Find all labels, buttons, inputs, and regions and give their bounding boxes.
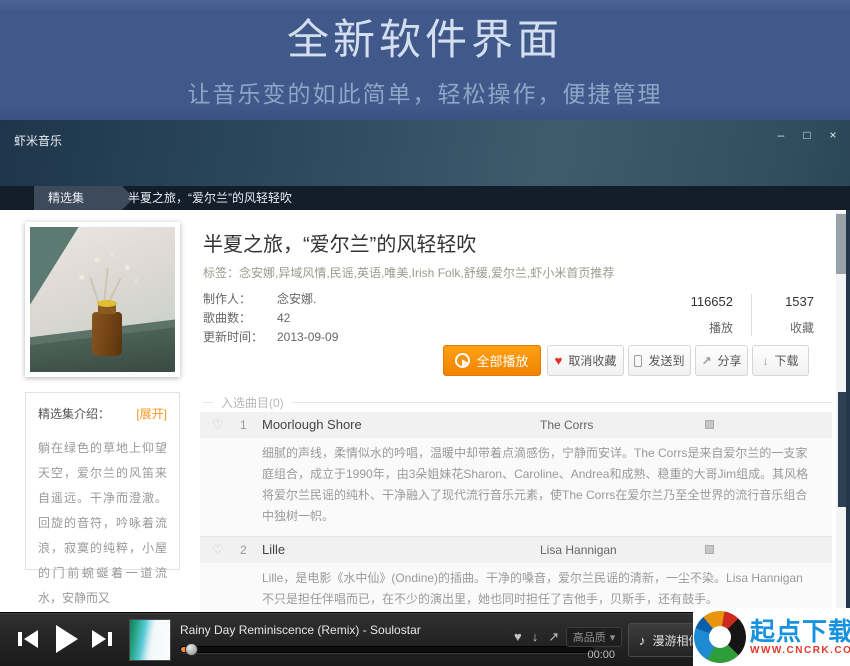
- breadcrumb-section[interactable]: 精选集: [34, 186, 134, 210]
- device-icon: [634, 355, 642, 367]
- intro-text: 躺在绿色的草地上仰望天空，爱尔兰的风笛来自遥远。干净而澄澈。回旋的音符，吟咏着流…: [38, 436, 167, 611]
- download-icon: ↓: [762, 354, 768, 368]
- track-list: ♡ 1 Moorlough Shore The Corrs 细腻的声线，柔情似水…: [200, 412, 832, 612]
- download-label: 下载: [774, 352, 798, 369]
- share-song-icon[interactable]: ↗: [548, 629, 559, 645]
- collection-stats: 116652 播放 1537 收藏: [688, 294, 814, 336]
- play-all-button[interactable]: 全部播放: [443, 345, 541, 376]
- meta-label: 制作人：: [203, 290, 277, 309]
- caret-down-icon: ▾: [610, 631, 616, 644]
- share-icon: ↗: [701, 354, 711, 368]
- intro-expand-link[interactable]: [展开]: [136, 405, 167, 422]
- play-all-label: 全部播放: [476, 351, 528, 370]
- close-button[interactable]: ×: [826, 128, 840, 142]
- app-title: 虾米音乐: [14, 132, 62, 149]
- favs-count: 1537: [752, 294, 814, 309]
- progress-bar[interactable]: [180, 646, 593, 653]
- breadcrumb-current: 半夏之旅，“爱尔兰”的风轻轻吹: [128, 186, 292, 210]
- unfavorite-label: 取消收藏: [568, 352, 616, 369]
- send-to-button[interactable]: 发送到: [628, 345, 691, 376]
- album-icon[interactable]: [705, 545, 714, 554]
- app-header: 虾米音乐 – □ × ← → 发现音乐 ♪ 我的音乐 播放列表: [0, 120, 850, 186]
- music-note-icon: ♪: [639, 633, 646, 648]
- plays-count: 116652: [688, 294, 733, 309]
- favorite-track-icon[interactable]: ♡: [212, 542, 224, 558]
- track-item: ♡ 1 Moorlough Shore The Corrs 细腻的声线，柔情似水…: [200, 412, 832, 536]
- play-circle-icon: [455, 353, 470, 368]
- next-button[interactable]: [92, 630, 114, 648]
- watermark-name: 起点下载: [750, 619, 850, 645]
- download-song-icon[interactable]: ↓: [532, 629, 539, 645]
- meta-label: 更新时间：: [203, 328, 277, 347]
- content-area: 精选集介绍： [展开] 躺在绿色的草地上仰望天空，爱尔兰的风笛来自遥远。干净而澄…: [0, 210, 850, 612]
- unfavorite-button[interactable]: ♥ 取消收藏: [547, 345, 624, 376]
- cncrk-logo-icon: [694, 611, 746, 663]
- collection-cover[interactable]: [25, 222, 180, 377]
- favs-label: 收藏: [752, 319, 814, 336]
- track-description: 细腻的声线，柔情似水的吟唱，温暖中却带着点滴感伤，宁静而安详。The Corrs…: [200, 438, 832, 536]
- intro-box: 精选集介绍： [展开] 躺在绿色的草地上仰望天空，爱尔兰的风笛来自遥远。干净而澄…: [25, 392, 180, 570]
- meta-label: 歌曲数：: [203, 309, 277, 328]
- heart-icon: ♥: [555, 353, 563, 368]
- track-title[interactable]: Lille: [262, 542, 285, 557]
- tracklist-header: 入选曲目(0): [203, 394, 833, 411]
- window-controls: – □ ×: [774, 128, 840, 142]
- share-label: 分享: [718, 352, 742, 369]
- watermark: 起点下载 WWW.CNCRK.COM: [693, 608, 850, 666]
- cover-image: [30, 227, 175, 372]
- promo-banner: 全新软件界面 让音乐变的如此简单，轻松操作，便捷管理: [0, 0, 850, 120]
- track-row[interactable]: ♡ 1 Moorlough Shore The Corrs: [200, 412, 832, 438]
- track-artist[interactable]: The Corrs: [540, 418, 593, 432]
- now-playing-thumbnail[interactable]: [129, 619, 171, 661]
- banner-title: 全新软件界面: [0, 6, 850, 67]
- track-item: ♡ 2 Lille Lisa Hannigan Lille，是电影《水中仙》(O…: [200, 536, 832, 612]
- collection-meta: 制作人：念安娜. 歌曲数：42 更新时间：2013-09-09: [203, 290, 338, 347]
- meta-value-creator[interactable]: 念安娜.: [277, 290, 316, 309]
- track-number: 2: [240, 543, 247, 557]
- breadcrumb: 精选集 半夏之旅，“爱尔兰”的风轻轻吹: [0, 186, 850, 210]
- favs-stat: 1537 收藏: [752, 294, 814, 336]
- track-row[interactable]: ♡ 2 Lille Lisa Hannigan: [200, 537, 832, 563]
- share-button[interactable]: ↗ 分享: [695, 345, 748, 376]
- meta-value-count: 42: [277, 309, 290, 328]
- track-description: Lille，是电影《水中仙》(Ondine)的插曲。干净的嗓音，爱尔兰民谣的清新…: [200, 563, 832, 612]
- track-number: 1: [240, 418, 247, 432]
- send-to-label: 发送到: [648, 352, 684, 369]
- banner-subtitle: 让音乐变的如此简单，轻松操作，便捷管理: [0, 75, 850, 109]
- favorite-song-icon[interactable]: ♥: [514, 629, 522, 645]
- previous-button[interactable]: [18, 630, 40, 648]
- progress-handle[interactable]: [185, 643, 198, 656]
- now-playing-title[interactable]: Rainy Day Reminiscence (Remix) - Soulost…: [180, 623, 421, 637]
- maximize-button[interactable]: □: [800, 128, 814, 142]
- album-icon[interactable]: [705, 420, 714, 429]
- quality-label: 高品质: [573, 629, 606, 645]
- track-title[interactable]: Moorlough Shore: [262, 417, 362, 432]
- meta-value-updated: 2013-09-09: [277, 328, 338, 347]
- tracklist-header-label: 入选曲目(0): [221, 394, 284, 411]
- tags-value[interactable]: 念安娜,异域风情,民谣,英语,唯美,Irish Folk,舒缓,爱尔兰,虾小米首…: [239, 266, 614, 280]
- favorite-track-icon[interactable]: ♡: [212, 417, 224, 433]
- plays-label: 播放: [688, 319, 733, 336]
- plays-stat: 116652 播放: [688, 294, 752, 336]
- watermark-url: WWW.CNCRK.COM: [750, 645, 850, 656]
- player-icons: ♥ ↓ ↗: [514, 629, 559, 645]
- collection-tags: 标签：念安娜,异域风情,民谣,英语,唯美,Irish Folk,舒缓,爱尔兰,虾…: [203, 264, 614, 281]
- intro-title: 精选集介绍：: [38, 405, 110, 422]
- track-artist[interactable]: Lisa Hannigan: [540, 543, 617, 557]
- screenshot-root: 全新软件界面 让音乐变的如此简单，轻松操作，便捷管理 虾米音乐 – □ × ← …: [0, 0, 850, 666]
- play-button[interactable]: [56, 625, 80, 653]
- window-edge: [846, 210, 850, 612]
- download-button[interactable]: ↓ 下载: [752, 345, 809, 376]
- collection-title: 半夏之旅，“爱尔兰”的风轻轻吹: [203, 228, 476, 257]
- playback-time: 00:00: [573, 649, 615, 661]
- minimize-button[interactable]: –: [774, 128, 788, 142]
- tags-label: 标签：: [203, 266, 239, 280]
- quality-selector[interactable]: 高品质 ▾: [566, 627, 622, 647]
